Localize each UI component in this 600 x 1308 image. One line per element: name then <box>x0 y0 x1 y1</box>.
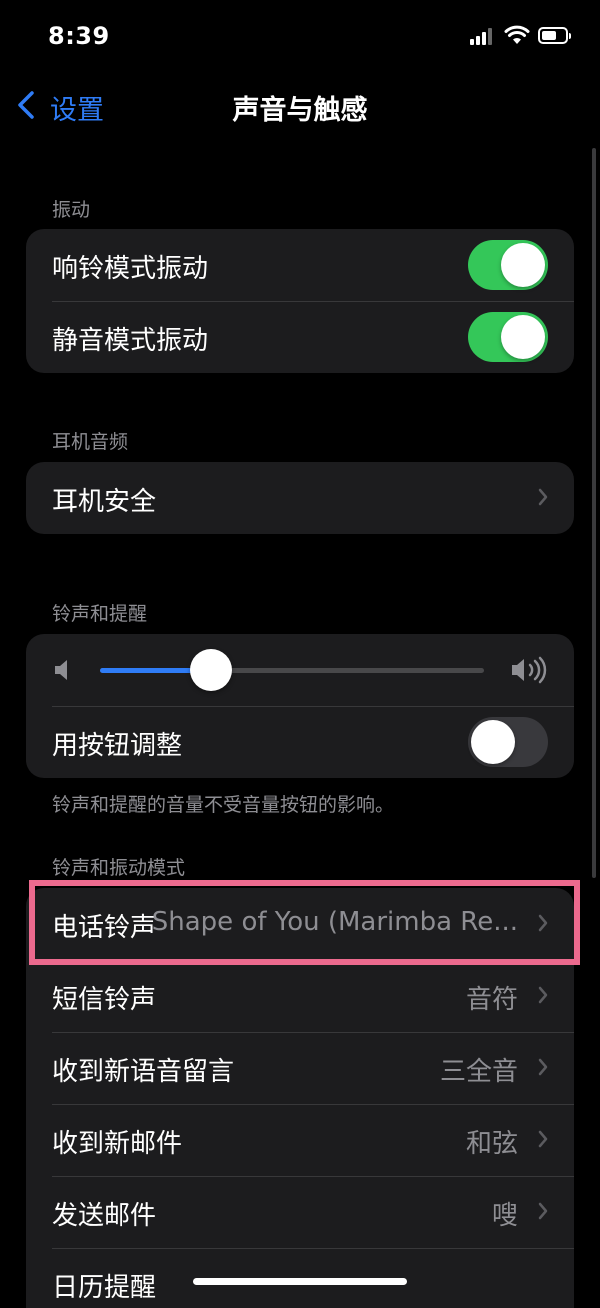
ring-vibration-toggle[interactable] <box>468 240 548 290</box>
battery-icon <box>538 27 571 44</box>
home-indicator <box>193 1278 407 1285</box>
volume-slider[interactable] <box>100 649 484 691</box>
wifi-icon <box>504 25 530 44</box>
speaker-high-icon <box>512 656 547 684</box>
ringer-group: 用按钮调整 <box>26 634 574 778</box>
row-label: 日历提醒 <box>52 1273 157 1303</box>
volume-slider-row <box>26 634 574 706</box>
section-header-sounds: 铃声和振动模式 <box>52 857 186 879</box>
text-tone-row[interactable]: 短信铃声 音符 <box>26 960 574 1032</box>
row-label: 收到新语音留言 <box>52 1057 235 1087</box>
vibration-group: 响铃模式振动 静音模式振动 <box>26 229 574 373</box>
ringer-footer-note: 铃声和提醒的音量不受音量按钮的影响。 <box>52 794 395 816</box>
chevron-right-icon <box>538 1058 548 1076</box>
silent-vibration-toggle[interactable] <box>468 312 548 362</box>
highlight-box <box>29 880 580 965</box>
section-header-vibration: 振动 <box>52 199 91 221</box>
adjust-with-buttons-row: 用按钮调整 <box>26 706 574 778</box>
row-value: 三全音 <box>439 1057 518 1087</box>
row-label: 发送邮件 <box>52 1201 157 1231</box>
row-value: 嗖 <box>491 1201 518 1231</box>
sent-mail-row[interactable]: 发送邮件 嗖 <box>26 1176 574 1248</box>
row-label: 静音模式振动 <box>52 326 209 356</box>
adjust-with-buttons-toggle[interactable] <box>468 717 548 767</box>
cellular-signal-icon <box>470 27 494 45</box>
row-label: 收到新邮件 <box>52 1129 183 1159</box>
volume-slider-thumb[interactable] <box>190 649 232 691</box>
headphone-safety-row[interactable]: 耳机安全 <box>26 462 574 534</box>
row-label: 响铃模式振动 <box>52 254 209 284</box>
ring-vibration-row: 响铃模式振动 <box>26 229 574 301</box>
chevron-right-icon <box>538 986 548 1004</box>
chevron-right-icon <box>538 488 548 506</box>
chevron-right-icon <box>538 1130 548 1148</box>
chevron-right-icon <box>538 1202 548 1220</box>
row-label: 短信铃声 <box>52 985 157 1015</box>
new-mail-row[interactable]: 收到新邮件 和弦 <box>26 1104 574 1176</box>
row-label: 耳机安全 <box>52 487 157 517</box>
new-voicemail-row[interactable]: 收到新语音留言 三全音 <box>26 1032 574 1104</box>
section-header-ringer: 铃声和提醒 <box>52 603 148 625</box>
row-value: 和弦 <box>465 1129 518 1159</box>
section-header-headphone: 耳机音频 <box>52 431 129 453</box>
silent-vibration-row: 静音模式振动 <box>26 301 574 373</box>
page-title: 声音与触感 <box>232 95 368 126</box>
scrollbar[interactable] <box>592 148 596 878</box>
headphone-group: 耳机安全 <box>26 462 574 534</box>
status-time: 8:39 <box>48 22 110 50</box>
row-label: 用按钮调整 <box>52 731 183 761</box>
speaker-low-icon <box>55 660 67 680</box>
row-value: 音符 <box>465 985 518 1015</box>
